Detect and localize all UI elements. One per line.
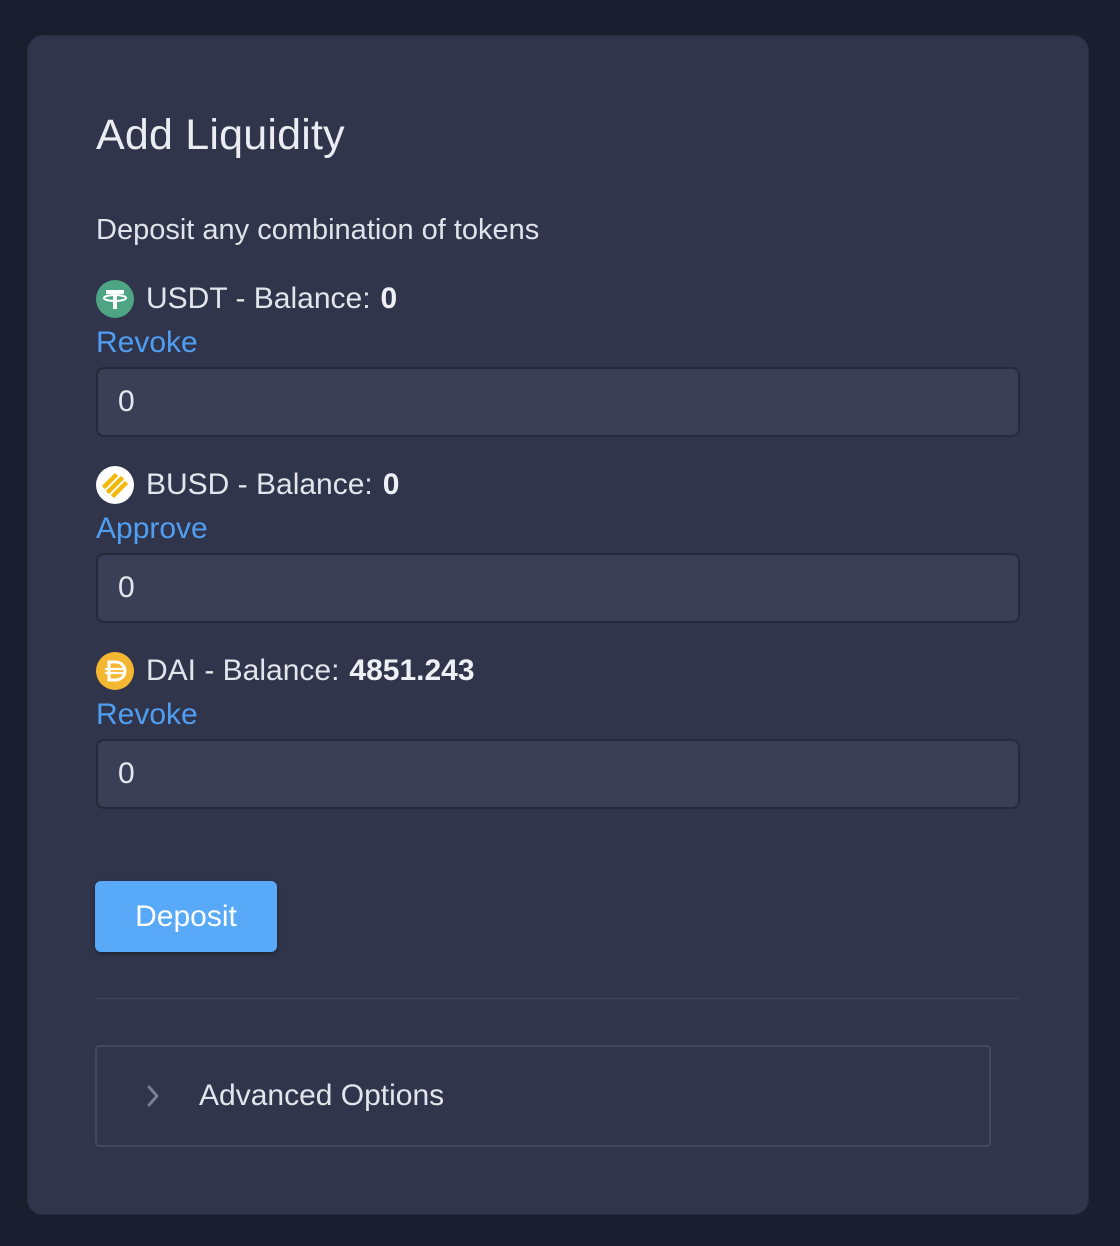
divider xyxy=(95,998,1020,999)
add-liquidity-card: Add Liquidity Deposit any combination of… xyxy=(27,35,1089,1215)
dai-icon xyxy=(96,652,134,690)
token-label: DAI - Balance: xyxy=(146,654,340,687)
token-header: DAI - Balance: 4851.243 xyxy=(96,651,1020,691)
token-balance: 0 xyxy=(382,468,400,501)
busd-amount-input[interactable] xyxy=(96,553,1020,623)
chevron-right-icon xyxy=(141,1082,165,1110)
token-header: USDT - Balance: 0 xyxy=(96,279,1020,319)
usdt-icon xyxy=(96,280,134,318)
revoke-link[interactable]: Revoke xyxy=(96,697,198,733)
revoke-link[interactable]: Revoke xyxy=(96,325,198,361)
token-header: BUSD - Balance: 0 xyxy=(96,465,1020,505)
token-dai: DAI - Balance: 4851.243 Revoke xyxy=(96,651,1020,809)
token-label: BUSD - Balance: xyxy=(146,468,373,501)
busd-icon xyxy=(96,466,134,504)
token-usdt: USDT - Balance: 0 Revoke xyxy=(96,279,1020,437)
subtitle: Deposit any combination of tokens xyxy=(96,214,540,246)
approve-link[interactable]: Approve xyxy=(96,511,208,547)
token-balance: 4851.243 xyxy=(349,654,475,687)
token-busd: BUSD - Balance: 0 Approve xyxy=(96,465,1020,623)
token-label: USDT - Balance: xyxy=(146,282,371,315)
dai-amount-input[interactable] xyxy=(96,739,1020,809)
token-balance: 0 xyxy=(380,282,398,315)
advanced-options-toggle[interactable]: Advanced Options xyxy=(95,1045,991,1147)
usdt-amount-input[interactable] xyxy=(96,367,1020,437)
deposit-button[interactable]: Deposit xyxy=(95,881,277,952)
advanced-options-label: Advanced Options xyxy=(199,1079,445,1112)
page-title: Add Liquidity xyxy=(96,111,345,159)
